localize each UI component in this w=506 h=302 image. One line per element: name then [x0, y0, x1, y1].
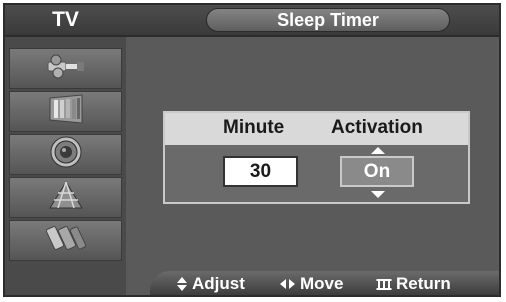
- sidebar-item-sound[interactable]: [9, 134, 122, 175]
- arrow-down-icon[interactable]: [371, 191, 385, 198]
- sidebar-item-setup[interactable]: [9, 220, 122, 261]
- setup-connectors-icon: [44, 221, 88, 260]
- sidebar: TV: [5, 5, 126, 295]
- return-hint: Return: [376, 274, 451, 294]
- sidebar-item-input[interactable]: [9, 48, 122, 89]
- tv-osd-screen: TV Sleep Timer Minute Activation 30 On A…: [3, 3, 501, 297]
- picture-icon: [44, 93, 88, 130]
- panel-header: Minute Activation: [165, 113, 468, 145]
- channel-antenna-icon: [44, 178, 88, 217]
- return-label: Return: [396, 274, 451, 293]
- page-title: Sleep Timer: [206, 8, 450, 32]
- sidebar-item-channel[interactable]: [9, 177, 122, 218]
- input-plug-icon: [44, 51, 88, 86]
- sidebar-item-picture[interactable]: [9, 91, 122, 132]
- sleep-timer-panel: Minute Activation 30 On: [163, 111, 470, 204]
- return-menu-icon: [376, 278, 392, 291]
- footer-hint-bar: Adjust Move Return: [150, 271, 499, 295]
- adjust-hint: Adjust: [176, 274, 245, 294]
- move-hint: Move: [279, 274, 343, 294]
- activation-label: Activation: [331, 117, 423, 138]
- move-label: Move: [300, 274, 344, 293]
- header-bar: Sleep Timer: [126, 5, 499, 37]
- minute-label: Minute: [223, 117, 285, 138]
- minute-value-field[interactable]: 30: [223, 156, 298, 187]
- adjust-label: Adjust: [192, 274, 245, 293]
- left-right-arrow-icon: [279, 277, 296, 291]
- activation-value-field[interactable]: On: [340, 156, 414, 187]
- speaker-icon: [48, 135, 84, 174]
- up-down-arrow-icon: [176, 276, 188, 292]
- sidebar-title: TV: [5, 5, 126, 37]
- arrow-up-icon[interactable]: [371, 147, 385, 154]
